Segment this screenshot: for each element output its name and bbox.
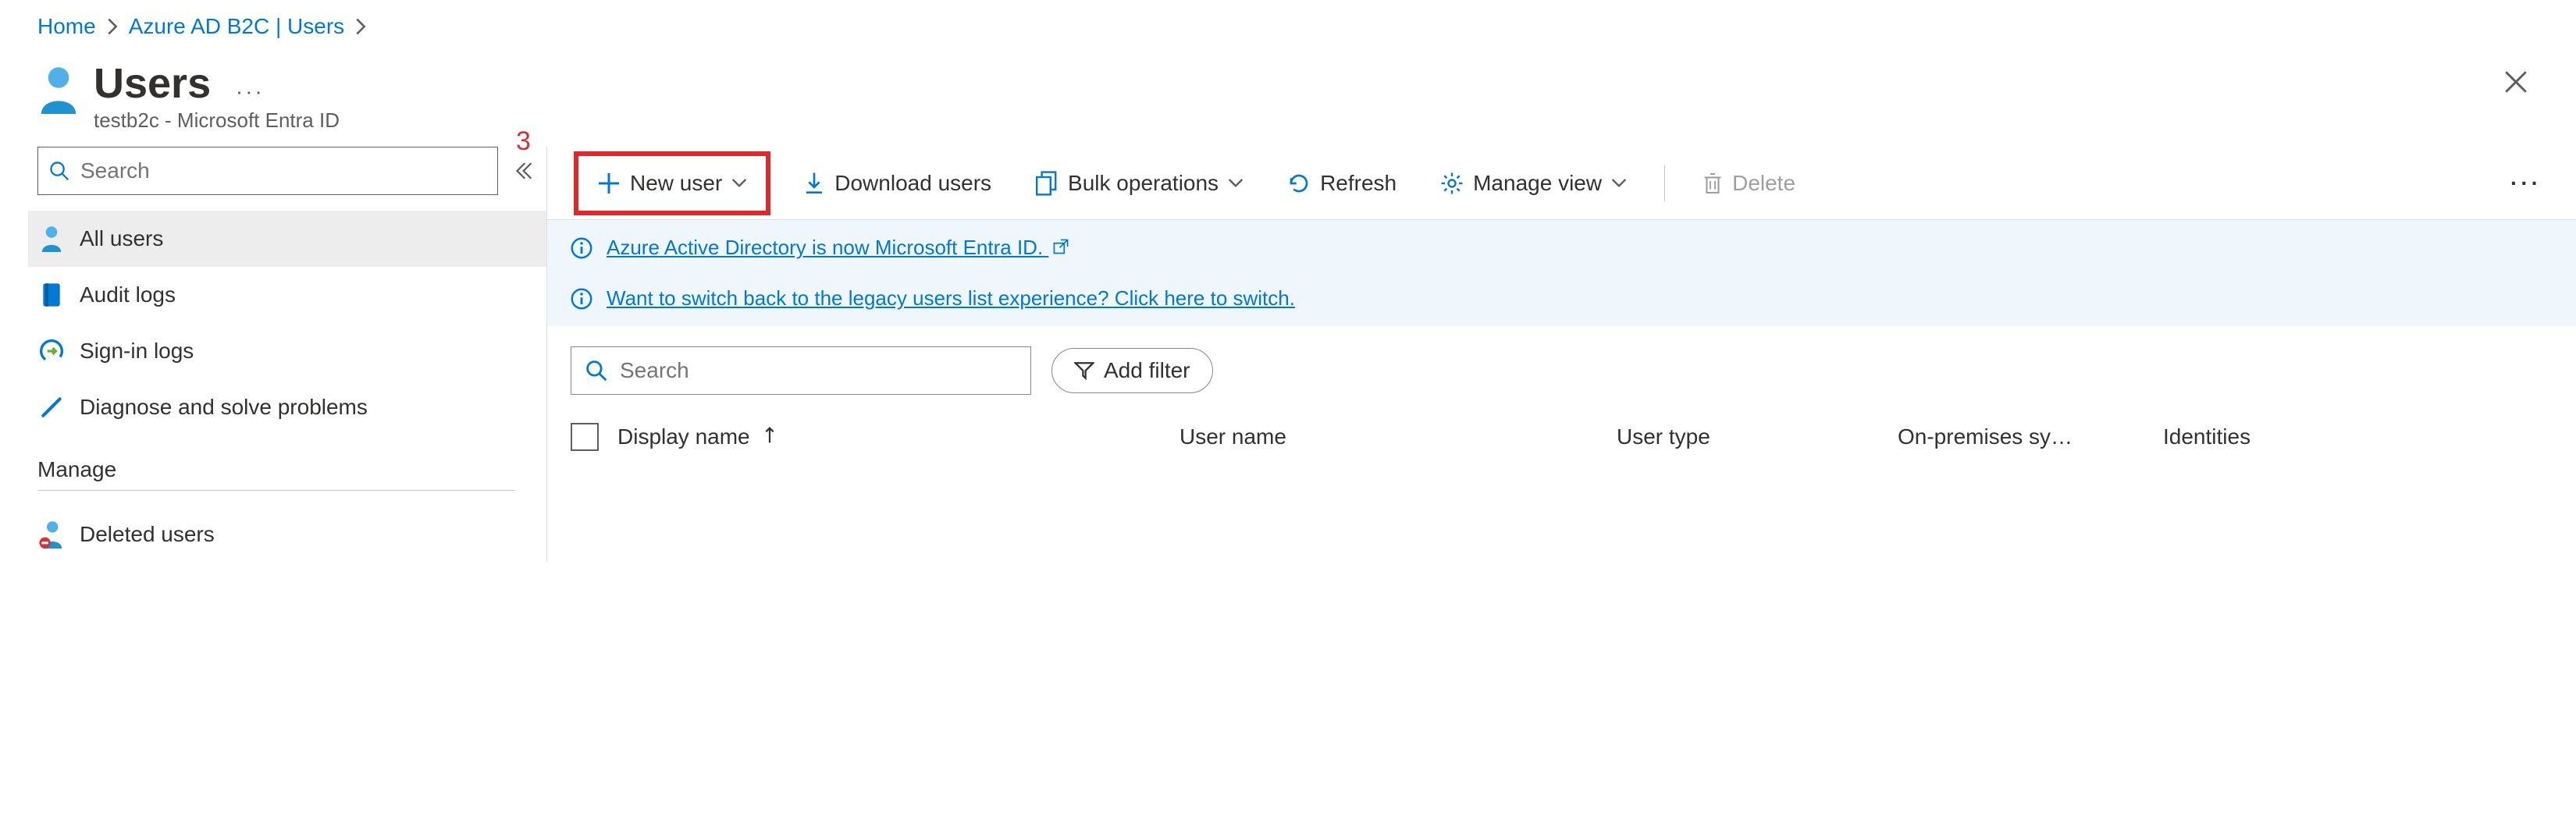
toolbar: New user Download users Bulk operations (547, 147, 2576, 220)
manage-view-button[interactable]: Manage view (1429, 159, 1638, 208)
toolbar-label: Manage view (1473, 171, 1602, 196)
toolbar-separator (1664, 165, 1665, 201)
toolbar-label: Refresh (1320, 171, 1397, 196)
toolbar-label: Download users (834, 171, 991, 196)
sidebar-item-label: Diagnose and solve problems (80, 395, 368, 420)
toolbar-more-icon[interactable]: ··· (2495, 171, 2557, 196)
new-user-button[interactable]: New user (586, 159, 758, 208)
download-icon (803, 172, 825, 195)
plus-icon (597, 172, 621, 195)
add-filter-label: Add filter (1104, 358, 1190, 383)
trash-icon (1703, 172, 1723, 195)
annotation-marker: 3 (516, 126, 531, 157)
sidebar-item-signin-logs[interactable]: Sign-in logs (28, 323, 546, 379)
filter-row: Add filter (547, 326, 2576, 407)
deleted-user-icon (37, 520, 66, 549)
table-header: Display name User name User type On-prem… (547, 407, 2576, 474)
user-list-search[interactable] (571, 346, 1031, 395)
delete-button: Delete (1692, 159, 1806, 208)
chevron-down-icon (731, 178, 747, 189)
sidebar-item-all-users[interactable]: All users (28, 211, 546, 267)
chevron-down-icon (1611, 178, 1627, 189)
column-on-premises[interactable]: On-premises sy… (1898, 424, 2163, 449)
sidebar-item-label: Audit logs (80, 282, 176, 307)
info-icon (571, 237, 592, 259)
column-display-name[interactable]: Display name (617, 424, 1179, 449)
sidebar-search-input[interactable] (79, 158, 486, 184)
toolbar-label: Delete (1732, 171, 1795, 196)
user-icon (37, 225, 66, 252)
sidebar-item-deleted-users[interactable]: Deleted users (28, 506, 546, 563)
add-filter-button[interactable]: Add filter (1051, 348, 1213, 393)
column-user-type[interactable]: User type (1617, 424, 1898, 449)
sidebar-item-label: All users (80, 226, 163, 251)
more-icon[interactable]: ··· (236, 80, 265, 104)
banner-link-entra[interactable]: Azure Active Directory is now Microsoft … (607, 236, 1069, 260)
signin-icon (37, 339, 66, 364)
info-banner-entra: Azure Active Directory is now Microsoft … (547, 220, 2576, 275)
toolbar-label: Bulk operations (1068, 171, 1219, 196)
search-icon (585, 360, 607, 382)
external-link-icon (1053, 236, 1069, 259)
gear-icon (1440, 172, 1464, 195)
documents-icon (1035, 171, 1059, 196)
toolbar-label: New user (630, 171, 722, 196)
page-header: Users ··· testb2c - Microsoft Entra ID (0, 53, 2576, 147)
chevron-right-icon (107, 18, 118, 35)
breadcrumb-b2c-users[interactable]: Azure AD B2C | Users (129, 14, 344, 39)
user-icon (37, 66, 80, 114)
page-title: Users (94, 61, 211, 107)
main-panel: 3 New user Download users (546, 147, 2576, 563)
sidebar-search[interactable] (37, 147, 498, 195)
annotation-highlight: New user (574, 151, 770, 215)
bulk-operations-button[interactable]: Bulk operations (1024, 159, 1254, 208)
book-icon (37, 282, 66, 307)
close-icon[interactable] (2487, 61, 2545, 103)
user-list-search-input[interactable] (618, 357, 1016, 384)
column-identities[interactable]: Identities (2163, 424, 2282, 449)
sidebar-item-diagnose[interactable]: Diagnose and solve problems (28, 379, 546, 435)
info-icon (571, 288, 592, 310)
select-all-checkbox[interactable] (571, 423, 599, 451)
search-icon (49, 161, 69, 181)
info-banner-legacy: Want to switch back to the legacy users … (547, 275, 2576, 326)
breadcrumb-home[interactable]: Home (37, 14, 96, 39)
refresh-button[interactable]: Refresh (1276, 159, 1407, 208)
download-users-button[interactable]: Download users (792, 159, 1002, 208)
wrench-icon (37, 395, 66, 420)
filter-icon (1074, 361, 1094, 380)
sidebar-item-label: Deleted users (80, 522, 215, 547)
breadcrumb: Home Azure AD B2C | Users (0, 0, 2576, 53)
sidebar-section-manage: Manage (37, 435, 515, 491)
sidebar-item-audit-logs[interactable]: Audit logs (28, 267, 546, 323)
sidebar: All users Audit logs Sign-in logs Diagno… (0, 147, 546, 563)
banner-link-legacy[interactable]: Want to switch back to the legacy users … (607, 286, 1295, 311)
refresh-icon (1287, 172, 1311, 195)
chevron-right-icon (355, 18, 366, 35)
column-user-name[interactable]: User name (1179, 424, 1617, 449)
sidebar-item-label: Sign-in logs (80, 339, 194, 364)
chevron-down-icon (1228, 178, 1244, 189)
page-subtitle: testb2c - Microsoft Entra ID (94, 108, 2487, 133)
sort-ascending-icon (763, 424, 776, 449)
collapse-sidebar-icon[interactable] (512, 161, 532, 181)
